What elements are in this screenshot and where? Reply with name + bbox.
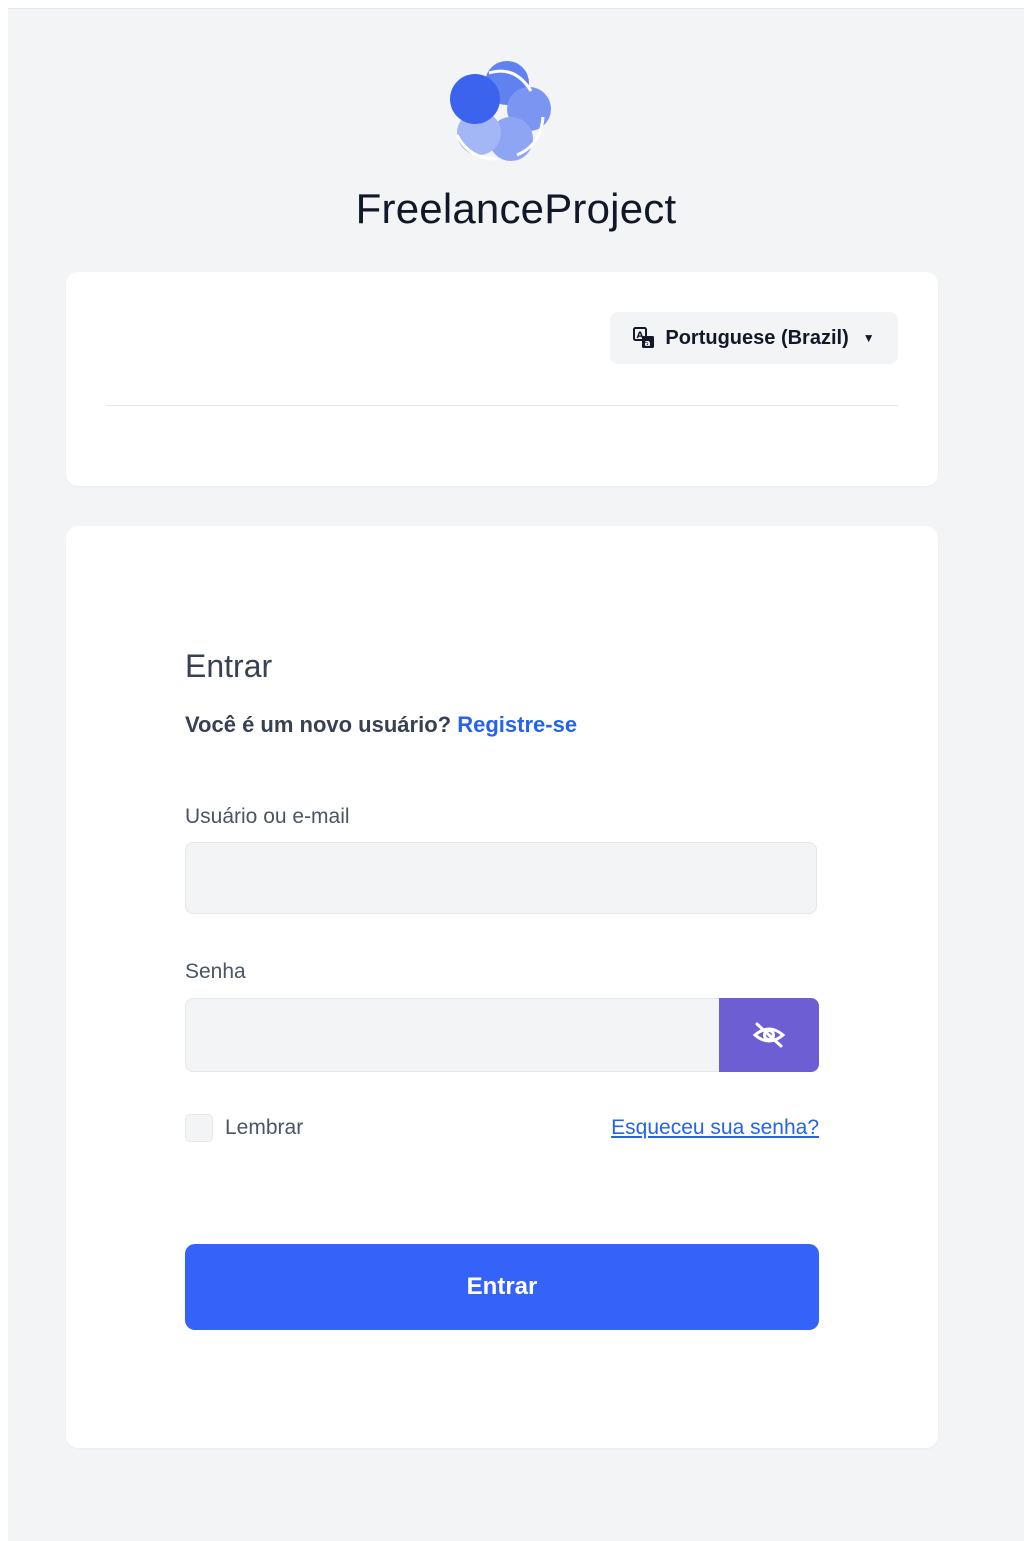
- password-label: Senha: [185, 960, 246, 983]
- eye-off-icon: [752, 1022, 786, 1048]
- brand-name: FreelanceProject: [355, 185, 677, 232]
- language-selected-label: Portuguese (Brazil): [665, 326, 849, 349]
- submit-button[interactable]: Entrar: [185, 1244, 819, 1330]
- login-card: Entrar Você é um novo usuário? Registre-…: [66, 526, 938, 1448]
- username-label: Usuário ou e-mail: [185, 805, 350, 828]
- divider: [106, 405, 898, 406]
- username-input[interactable]: [185, 842, 817, 914]
- forgot-password-link[interactable]: Esqueceu sua senha?: [611, 1116, 819, 1140]
- password-field-group: [185, 998, 819, 1072]
- register-prompt-text: Você é um novo usuário?: [185, 712, 452, 737]
- language-card: A a Portuguese (Brazil) ▼: [66, 272, 938, 486]
- password-input[interactable]: [185, 998, 725, 1072]
- language-selector[interactable]: A a Portuguese (Brazil) ▼: [610, 312, 898, 364]
- remember-me[interactable]: Lembrar: [185, 1114, 303, 1142]
- register-link[interactable]: Registre-se: [457, 712, 577, 737]
- page-background: FreelanceProject A a Portuguese (Brazil)…: [8, 8, 1024, 1541]
- remember-checkbox[interactable]: [185, 1114, 213, 1142]
- register-prompt: Você é um novo usuário? Registre-se: [185, 712, 577, 738]
- translate-icon: A a: [633, 327, 655, 349]
- toggle-password-visibility-button[interactable]: [719, 998, 819, 1072]
- caret-down-icon: ▼: [862, 331, 875, 345]
- page-title: Entrar: [185, 648, 273, 684]
- remember-label: Lembrar: [225, 1116, 304, 1139]
- flower-logo-icon: [450, 61, 551, 161]
- svg-text:a: a: [645, 339, 651, 349]
